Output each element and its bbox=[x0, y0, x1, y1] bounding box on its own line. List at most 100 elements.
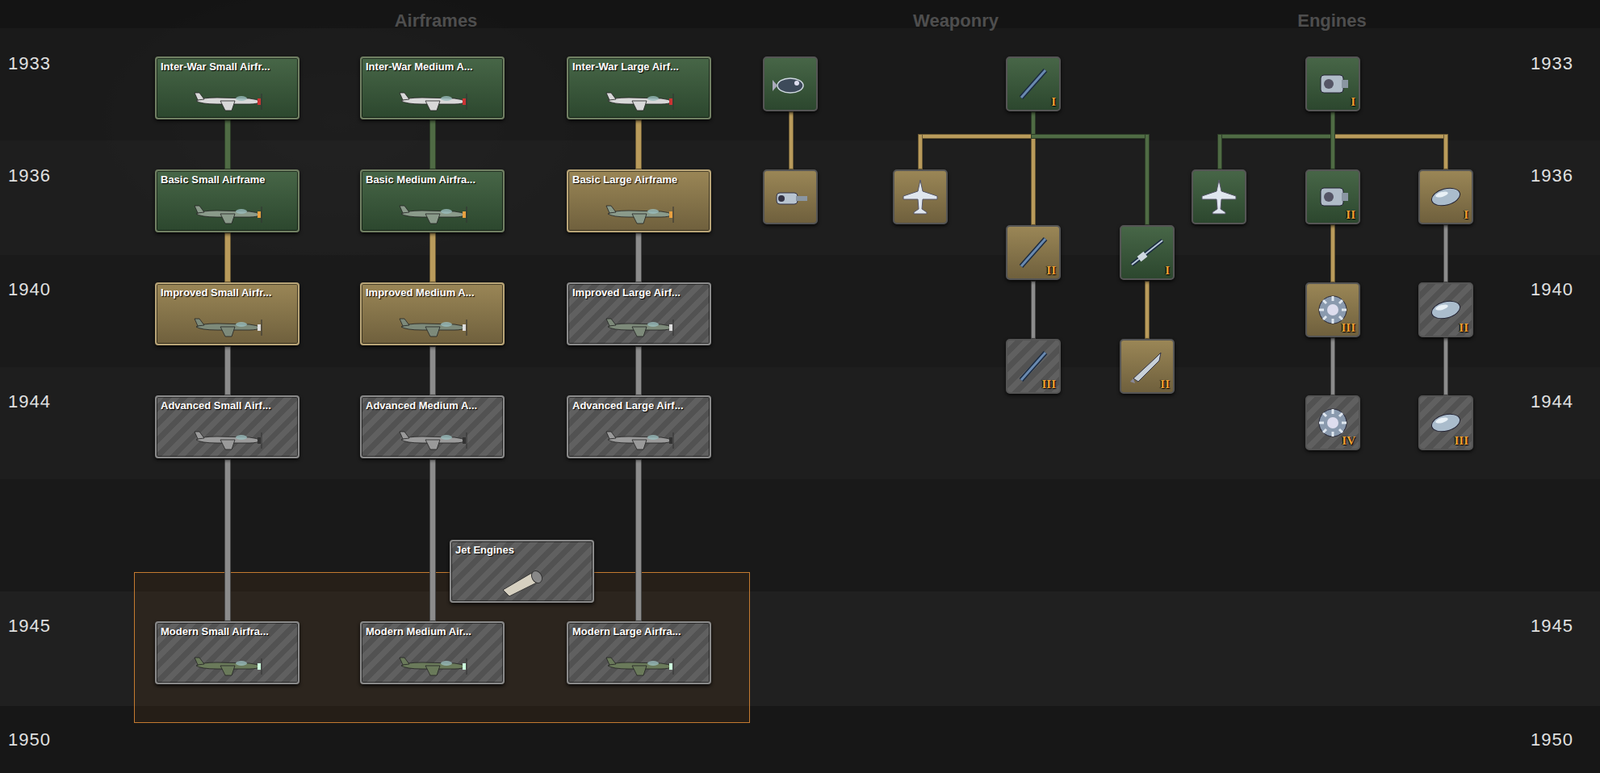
weaponry-tech-node[interactable]: I bbox=[1119, 225, 1175, 281]
weaponry-tech-node[interactable]: III bbox=[1005, 339, 1061, 394]
airplane-icon bbox=[156, 397, 298, 457]
year-label: 1940 bbox=[8, 279, 51, 301]
airplane-icon bbox=[361, 623, 503, 683]
tech-level-numeral: IV bbox=[1341, 434, 1356, 449]
tech-level-numeral: I bbox=[1051, 95, 1056, 109]
weaponry-tech-node[interactable] bbox=[762, 169, 818, 225]
engine-tech-node[interactable]: I bbox=[1305, 56, 1361, 112]
bomb-icon bbox=[764, 58, 817, 110]
airplane-icon bbox=[361, 284, 503, 344]
tech-level-numeral: III bbox=[1453, 434, 1469, 449]
airframe-tech-card[interactable]: Improved Small Airfr... bbox=[154, 282, 300, 346]
airplane-icon bbox=[568, 284, 710, 344]
year-label: 1950 bbox=[1530, 729, 1574, 751]
tech-level-numeral: III bbox=[1340, 321, 1356, 336]
airframe-tech-card[interactable]: Advanced Small Airf... bbox=[154, 395, 300, 459]
tech-connector bbox=[635, 459, 642, 622]
weaponry-tech-node[interactable] bbox=[892, 169, 948, 225]
tech-level-numeral: I bbox=[1164, 263, 1170, 278]
airframe-tech-card[interactable]: Advanced Medium A... bbox=[360, 395, 505, 459]
tech-level-numeral: II bbox=[1458, 321, 1469, 336]
year-label: 1940 bbox=[1530, 279, 1574, 301]
year-label: 1944 bbox=[8, 391, 51, 413]
tech-connector bbox=[635, 346, 642, 396]
tech-connector bbox=[635, 232, 642, 283]
airframe-tech-label: Advanced Small Airf... bbox=[160, 399, 296, 412]
airframe-tech-label: Improved Large Airf... bbox=[572, 286, 708, 299]
engine-tech-node[interactable] bbox=[1191, 169, 1247, 225]
year-label: 1936 bbox=[8, 165, 51, 187]
airframe-tech-card[interactable]: Inter-War Large Airf... bbox=[566, 56, 712, 120]
section-header: Weaponry bbox=[913, 10, 999, 32]
section-header: Engines bbox=[1297, 10, 1367, 32]
tech-level-numeral: III bbox=[1041, 377, 1056, 392]
tech-connector bbox=[1443, 134, 1449, 170]
engine-tech-node[interactable]: II bbox=[1305, 169, 1361, 225]
tech-level-numeral: I bbox=[1350, 95, 1356, 109]
year-label: 1950 bbox=[8, 729, 51, 751]
engine-tech-node[interactable]: III bbox=[1418, 395, 1474, 451]
tech-level-numeral: II bbox=[1345, 208, 1356, 222]
airplane-icon bbox=[156, 58, 298, 118]
jet-engine-icon bbox=[451, 541, 593, 602]
airplane-icon bbox=[156, 623, 298, 683]
airframe-tech-card[interactable]: Inter-War Small Airfr... bbox=[154, 56, 300, 120]
airframe-tech-card[interactable]: Improved Large Airf... bbox=[566, 282, 712, 346]
weaponry-tech-node[interactable]: I bbox=[1005, 56, 1061, 112]
engine-tech-node[interactable]: IV bbox=[1305, 395, 1361, 451]
section-header: Airframes bbox=[394, 10, 478, 32]
tech-connector bbox=[917, 134, 1036, 139]
tech-connector bbox=[429, 459, 436, 622]
airframe-tech-card[interactable]: Advanced Large Airf... bbox=[566, 395, 712, 459]
cannon-icon bbox=[764, 171, 817, 223]
tech-tree: Airframes Weaponry Engines 1933 1936 1940 1944… bbox=[0, 0, 1600, 773]
tech-connector bbox=[788, 111, 794, 170]
engine-tech-node[interactable]: III bbox=[1305, 282, 1361, 338]
airframe-tech-card[interactable]: Basic Large Airframe bbox=[566, 169, 712, 233]
airframe-tech-card[interactable]: Inter-War Medium A... bbox=[360, 56, 505, 120]
tech-connector bbox=[1144, 280, 1150, 340]
airplane-icon bbox=[568, 58, 710, 118]
airplane-icon bbox=[361, 58, 503, 118]
tech-connector bbox=[429, 119, 436, 170]
engine-tech-node[interactable]: I bbox=[1418, 169, 1474, 225]
airplane-icon bbox=[568, 171, 710, 231]
airframe-tech-label: Inter-War Medium A... bbox=[365, 60, 501, 73]
tech-connector bbox=[1330, 224, 1336, 283]
airplane-icon bbox=[361, 171, 503, 231]
tech-connector bbox=[224, 459, 231, 622]
year-label: 1933 bbox=[1530, 53, 1574, 75]
tech-connector bbox=[224, 232, 231, 283]
airframe-tech-card[interactable]: Basic Medium Airfra... bbox=[360, 169, 505, 233]
tech-connector bbox=[429, 232, 436, 283]
tech-connector bbox=[1443, 337, 1449, 396]
planetop-icon bbox=[1193, 171, 1245, 223]
tech-connector bbox=[1030, 134, 1150, 139]
weaponry-tech-node[interactable]: II bbox=[1005, 225, 1061, 281]
engine-tech-node[interactable]: II bbox=[1418, 282, 1474, 338]
airframe-tech-label: Modern Large Airfra... bbox=[572, 625, 708, 638]
airframe-tech-label: Advanced Large Airf... bbox=[572, 399, 708, 412]
tech-level-numeral: I bbox=[1463, 208, 1469, 222]
airframe-tech-label: Basic Medium Airfra... bbox=[365, 173, 501, 186]
airframe-tech-card[interactable]: Modern Large Airfra... bbox=[566, 621, 712, 685]
year-label: 1936 bbox=[1530, 165, 1574, 187]
weaponry-tech-node[interactable] bbox=[762, 56, 818, 112]
jet-engines-label: Jet Engines bbox=[455, 544, 591, 557]
airframe-tech-card[interactable]: Improved Medium A... bbox=[360, 282, 505, 346]
weaponry-tech-node[interactable]: II bbox=[1119, 339, 1175, 394]
year-label: 1945 bbox=[8, 615, 51, 637]
tech-connector bbox=[1330, 134, 1449, 139]
tech-level-numeral: II bbox=[1046, 263, 1056, 278]
airplane-icon bbox=[361, 397, 503, 457]
jet-engines-card[interactable]: Jet Engines bbox=[449, 540, 595, 604]
tech-connector bbox=[1330, 111, 1336, 170]
airframe-tech-label: Modern Small Airfra... bbox=[160, 625, 296, 638]
airframe-tech-card[interactable]: Modern Small Airfra... bbox=[154, 621, 300, 685]
airplane-icon bbox=[156, 284, 298, 344]
year-label: 1945 bbox=[1530, 615, 1574, 637]
airframe-tech-card[interactable]: Modern Medium Air... bbox=[360, 621, 505, 685]
airframe-tech-label: Basic Large Airframe bbox=[572, 173, 708, 186]
tech-level-numeral: II bbox=[1160, 377, 1170, 392]
airframe-tech-card[interactable]: Basic Small Airframe bbox=[154, 169, 300, 233]
